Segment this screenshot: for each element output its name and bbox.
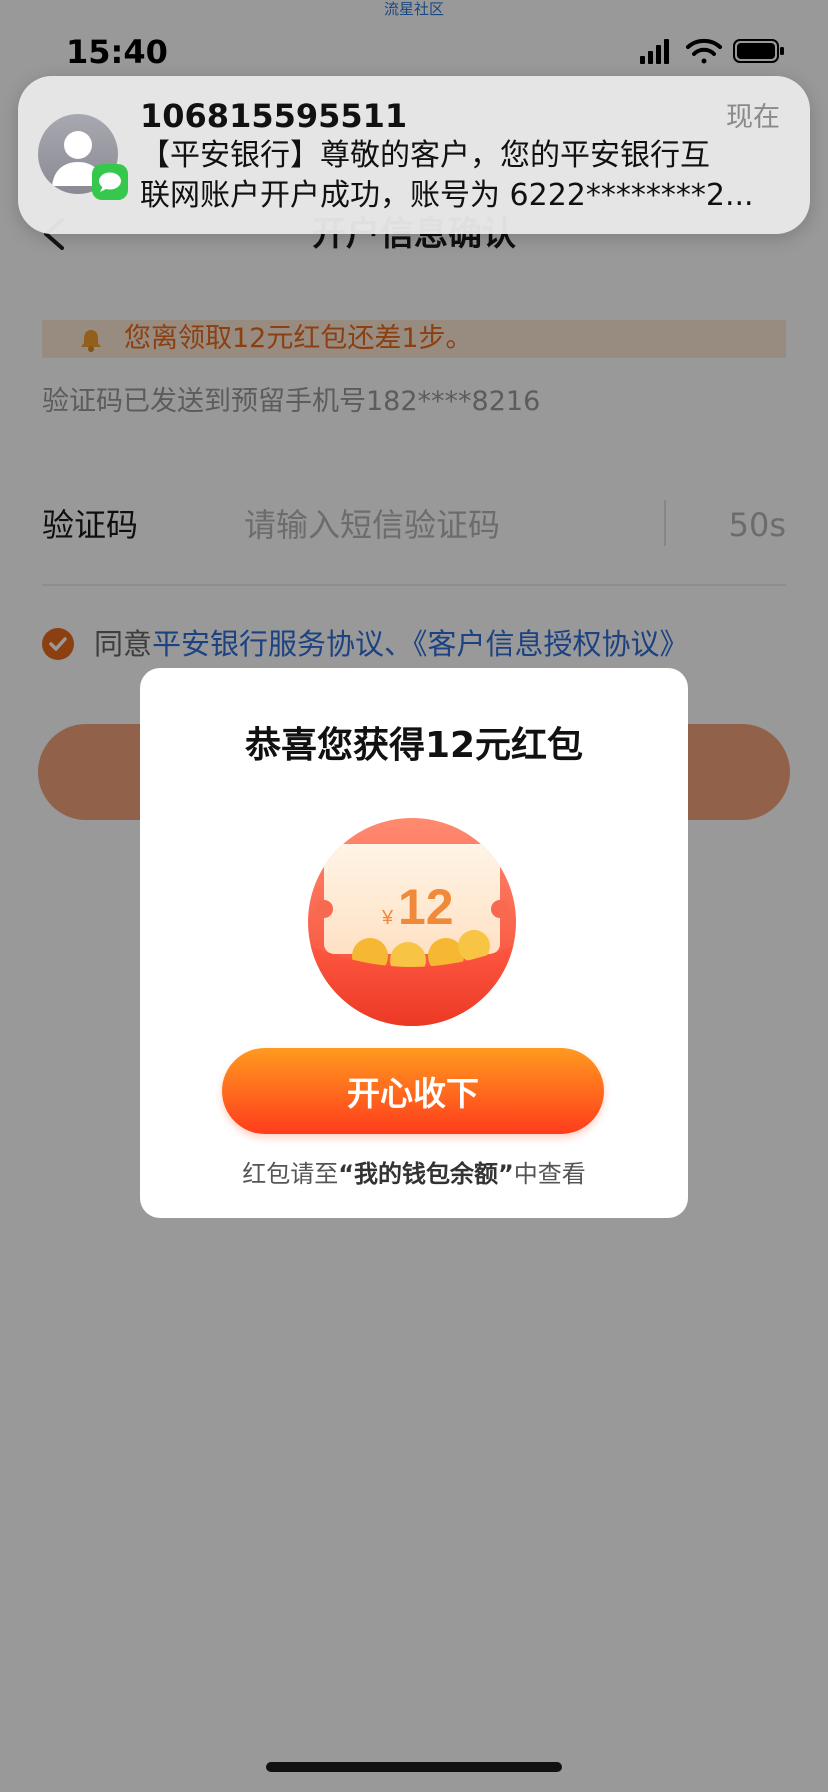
hint-prefix: 红包请至: [242, 1160, 339, 1188]
notification-body: 【平安银行】尊敬的客户，您的平安银行互 联网账户开户成功，账号为 6222***…: [140, 136, 792, 216]
notification-time: 现在: [726, 102, 780, 133]
notification-line-2: 联网账户开户成功，账号为 6222********2...: [140, 178, 754, 213]
hint-highlight: “我的钱包余额”: [338, 1160, 514, 1188]
dialog-hint: 红包请至“我的钱包余额”中查看: [140, 1156, 688, 1192]
hint-suffix: 中查看: [513, 1160, 586, 1188]
modal-overlay: 106815595511 现在 【平安银行】尊敬的客户，您的平安银行互 联网账户…: [0, 0, 828, 1792]
packet-currency: ¥: [381, 907, 394, 929]
accept-button[interactable]: 开心收下: [222, 1048, 604, 1134]
notification-sender: 106815595511: [140, 97, 408, 135]
packet-amount: 12: [398, 879, 454, 935]
home-indicator: [266, 1762, 562, 1772]
red-packet-icon: ¥ 12: [308, 818, 516, 1026]
messages-app-icon: [92, 164, 128, 200]
red-packet-dialog: 恭喜您获得12元红包 ¥ 12 开心收下 红包请至“我的钱包余额”中查看: [140, 668, 688, 1218]
dialog-title: 恭喜您获得12元红包: [244, 725, 584, 766]
sms-notification[interactable]: 106815595511 现在 【平安银行】尊敬的客户，您的平安银行互 联网账户…: [18, 76, 810, 234]
notification-line-1: 【平安银行】尊敬的客户，您的平安银行互: [140, 138, 710, 173]
